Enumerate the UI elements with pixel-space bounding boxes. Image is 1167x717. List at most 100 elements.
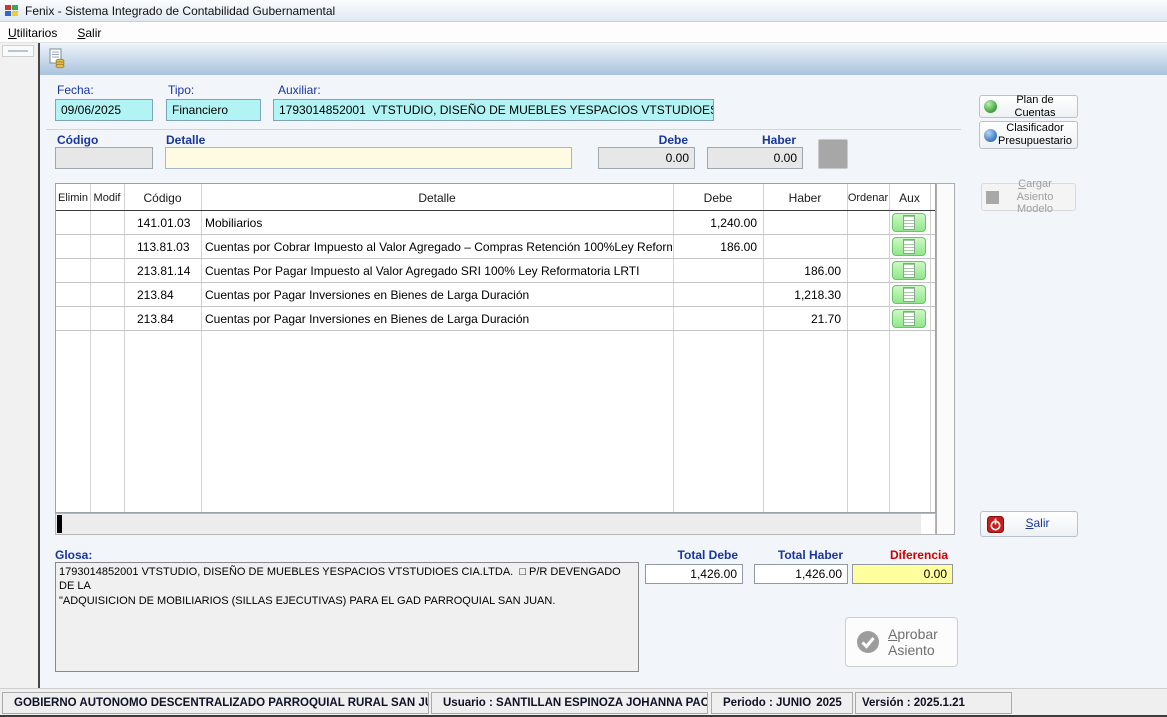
vertical-scrollbar[interactable]	[936, 183, 955, 535]
clasificador-presupuestario-button[interactable]: Clasificador Presupuestario	[979, 121, 1078, 149]
col-aux: Aux	[889, 184, 930, 211]
gray-square-icon	[986, 191, 999, 204]
check-circle-icon	[856, 630, 880, 654]
cell-haber	[765, 235, 841, 258]
cell-codigo: 213.81.14	[137, 259, 199, 282]
cell-debe: 186.00	[675, 235, 757, 258]
auxiliar-input[interactable]: 1793014852001 VTSTUDIO, DISEÑO DE MUEBLE…	[273, 99, 714, 121]
cell-haber: 1,218.30	[765, 283, 841, 306]
menu-item-utilitarios[interactable]: Utilitarios	[8, 26, 57, 40]
table-row[interactable]: 141.01.03 Mobiliarios 1,240.00	[56, 211, 935, 235]
fecha-label: Fecha:	[57, 83, 94, 97]
app-window: Fenix - Sistema Integrado de Contabilida…	[0, 0, 1167, 717]
cell-haber: 186.00	[765, 259, 841, 282]
aux-button[interactable]	[892, 237, 926, 256]
period-year: 2025	[816, 697, 848, 709]
cell-detalle: Cuentas por Pagar Inversiones en Bienes …	[205, 283, 672, 306]
tipo-input[interactable]: Financiero	[166, 99, 261, 121]
scrollbar-corner	[921, 514, 935, 534]
table-row[interactable]: 213.81.14 Cuentas Por Pagar Impuesto al …	[56, 259, 935, 283]
journal-coins-icon[interactable]	[47, 48, 67, 70]
aux-button[interactable]	[892, 285, 926, 304]
plan-de-cuentas-button[interactable]: Plan de Cuentas	[979, 95, 1078, 118]
col-debe: Debe	[673, 184, 763, 211]
cell-detalle: Cuentas Por Pagar Impuesto al Valor Agre…	[205, 259, 672, 282]
entity-text: GOBIERNO AUTONOMO DESCENTRALIZADO PARROQ…	[14, 697, 429, 709]
clasificador-label: Clasificador Presupuestario	[997, 122, 1073, 147]
cell-detalle: Cuentas por Pagar Inversiones en Bienes …	[205, 307, 672, 330]
col-elimin: Elimin	[56, 184, 90, 211]
aprobar-asiento-button[interactable]: Aprobar Asiento	[845, 617, 958, 667]
menu-item-salir[interactable]: Salir	[77, 26, 101, 40]
add-entry-button[interactable]	[818, 139, 848, 169]
user-panel: Usuario : SANTILLAN ESPINOZA JOHANNA PAO…	[431, 692, 708, 714]
diferencia-value: 0.00	[852, 564, 953, 584]
aux-button[interactable]	[892, 261, 926, 280]
table-row[interactable]: 113.81.03 Cuentas por Cobrar Impuesto al…	[56, 235, 935, 259]
total-debe-value: 1,426.00	[645, 564, 743, 584]
document-icon	[903, 239, 915, 254]
salir-button[interactable]: Salir	[980, 511, 1078, 537]
haber-label: Haber	[707, 133, 796, 147]
diferencia-label: Diferencia	[852, 548, 948, 562]
aux-button[interactable]	[892, 309, 926, 328]
col-codigo: Código	[124, 184, 201, 211]
document-icon	[903, 287, 915, 302]
tipo-label: Tipo:	[168, 83, 194, 97]
version-panel: Versión : 2025.1.21	[855, 692, 1012, 714]
aux-button[interactable]	[892, 213, 926, 232]
cell-haber	[765, 211, 841, 234]
document-icon	[903, 311, 915, 326]
aprobar-label-line2: Asiento	[888, 642, 935, 658]
col-modif: Modif	[90, 184, 124, 211]
cell-detalle: Mobiliarios	[205, 211, 672, 234]
menu-bar: Utilitarios Salir	[0, 23, 1167, 43]
col-ordenar: Ordenar	[847, 184, 889, 211]
total-debe-label: Total Debe	[645, 548, 738, 562]
cell-codigo: 213.84	[137, 307, 199, 330]
power-icon	[987, 516, 1004, 533]
detalle-label: Detalle	[166, 133, 205, 147]
fecha-input[interactable]: 09/06/2025	[55, 99, 153, 121]
cell-detalle: Cuentas por Cobrar Impuesto al Valor Agr…	[205, 235, 672, 258]
debe-input[interactable]: 0.00	[598, 147, 695, 169]
col-detalle: Detalle	[201, 184, 673, 211]
glosa-textarea[interactable]: 1793014852001 VTSTUDIO, DISEÑO DE MUEBLE…	[55, 562, 639, 672]
entries-table: Elimin Modif Código Detalle Debe Haber O…	[55, 183, 936, 513]
auxiliar-label: Auxiliar:	[278, 83, 321, 97]
plan-de-cuentas-label: Plan de Cuentas	[997, 94, 1073, 119]
cell-debe	[675, 259, 757, 282]
cell-codigo: 213.84	[137, 283, 199, 306]
cell-debe	[675, 307, 757, 330]
codigo-label: Código	[57, 133, 98, 147]
cargar-asiento-label: Cargar Asiento Modelo	[999, 178, 1071, 216]
left-panel	[0, 43, 38, 688]
scrollbar-thumb[interactable]	[57, 515, 62, 533]
cell-debe: 1,240.00	[675, 211, 757, 234]
user-text: Usuario : SANTILLAN ESPINOZA JOHANNA PAO…	[443, 697, 708, 709]
entity-panel: GOBIERNO AUTONOMO DESCENTRALIZADO PARROQ…	[2, 692, 429, 714]
cell-codigo: 113.81.03	[137, 235, 199, 258]
horizontal-scrollbar[interactable]	[55, 513, 936, 535]
total-haber-value: 1,426.00	[754, 564, 848, 584]
document-icon	[903, 215, 915, 230]
table-row[interactable]: 213.84 Cuentas por Pagar Inversiones en …	[56, 307, 935, 331]
cargar-asiento-modelo-button[interactable]: Cargar Asiento Modelo	[981, 183, 1076, 211]
haber-input[interactable]: 0.00	[707, 147, 803, 169]
detalle-input[interactable]	[165, 147, 572, 169]
title-bar: Fenix - Sistema Integrado de Contabilida…	[0, 0, 1167, 22]
codigo-input[interactable]	[55, 147, 153, 169]
form-header-strip	[40, 43, 1167, 75]
status-bar: GOBIERNO AUTONOMO DESCENTRALIZADO PARROQ…	[0, 688, 1167, 717]
version-text: Versión : 2025.1.21	[862, 697, 965, 709]
cell-haber: 21.70	[765, 307, 841, 330]
col-haber: Haber	[763, 184, 847, 211]
green-sphere-icon	[984, 100, 997, 113]
debe-label: Debe	[598, 133, 688, 147]
splitter-grip[interactable]	[2, 45, 34, 57]
document-icon	[903, 263, 915, 278]
asiento-form: Fecha: 09/06/2025 Tipo: Financiero Auxil…	[40, 43, 1167, 688]
blue-sphere-icon	[984, 129, 997, 142]
window-title: Fenix - Sistema Integrado de Contabilida…	[25, 4, 335, 18]
table-row[interactable]: 213.84 Cuentas por Pagar Inversiones en …	[56, 283, 935, 307]
